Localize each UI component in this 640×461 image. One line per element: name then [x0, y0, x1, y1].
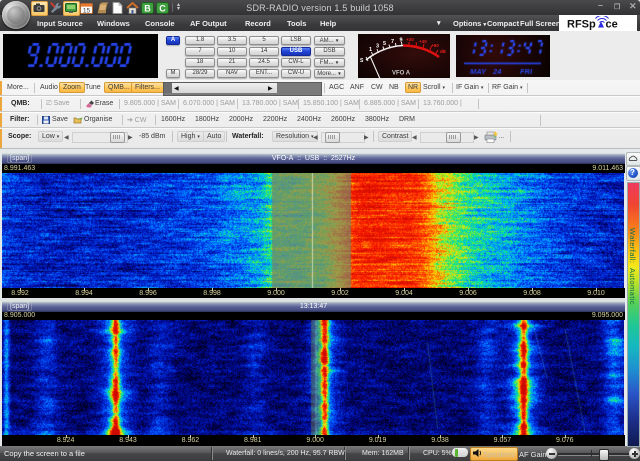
svg-text:9: 9: [400, 38, 403, 44]
svg-text:C: C: [159, 4, 166, 14]
svg-text:VFO A: VFO A: [392, 71, 411, 77]
svg-text:3: 3: [376, 44, 379, 50]
svg-text:5: 5: [383, 41, 386, 47]
svg-text:7: 7: [391, 39, 394, 45]
svg-text:+40: +40: [419, 39, 427, 44]
svg-text:1: 1: [369, 47, 372, 53]
svg-text:+60: +60: [431, 43, 439, 48]
svg-text:+20: +20: [406, 37, 414, 42]
svg-text:B: B: [144, 4, 151, 14]
svg-text:dB: dB: [440, 49, 446, 54]
svg-text:15: 15: [83, 8, 91, 15]
